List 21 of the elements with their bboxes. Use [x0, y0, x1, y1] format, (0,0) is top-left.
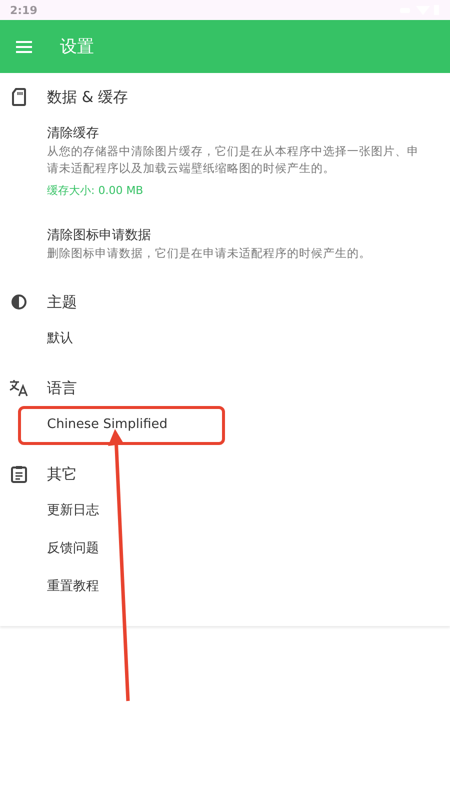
setting-title[interactable]: 清除缓存 [47, 125, 430, 143]
section-header: 语言 [47, 378, 77, 398]
setting-title[interactable]: Chinese Simplified [47, 416, 430, 434]
setting-summary: 从您的存储器中清除图片缓存，它们是在从本程序中选择一张图片、申请未适配程序以及加载云端壁纸缩略图的时候产生的。 [47, 143, 420, 177]
section-header: 其它 [47, 464, 77, 484]
section-header: 主题 [47, 292, 77, 312]
translate-icon [8, 379, 28, 397]
clipboard-icon [10, 465, 26, 483]
setting-title[interactable]: 重置教程 [47, 578, 430, 596]
screen-title: 设置 [60, 36, 94, 58]
setting-title[interactable]: 反馈问题 [47, 540, 430, 558]
setting-title[interactable]: 更新日志 [47, 502, 430, 520]
setting-title[interactable]: 默认 [47, 330, 430, 348]
sd-card-icon [12, 88, 26, 106]
setting-title[interactable]: 清除图标申请数据 [47, 227, 430, 245]
status-time: 2:19 [10, 4, 38, 16]
setting-summary: 删除图标申请数据，它们是在申请未适配程序的时候产生的。 [47, 245, 372, 262]
menu-icon[interactable] [16, 40, 32, 52]
cache-size-text: 缓存大小: 0.00 MB [47, 183, 144, 199]
section-header: 数据 & 缓存 [47, 88, 128, 106]
contrast-icon [10, 294, 26, 310]
